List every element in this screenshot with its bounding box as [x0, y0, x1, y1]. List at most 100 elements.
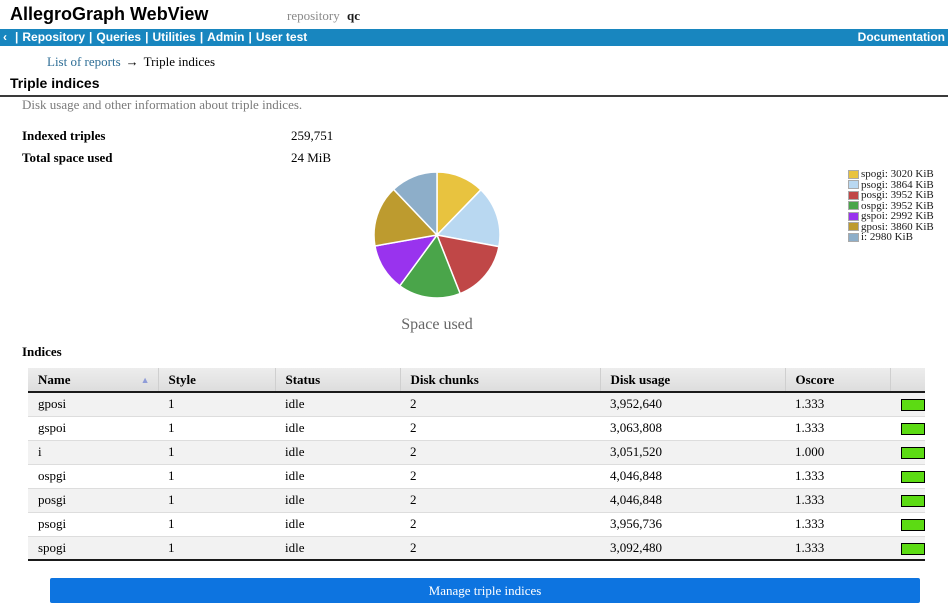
table-row-gposi: gposi1idle23,952,6401.333: [28, 392, 925, 416]
cell-status: idle: [275, 416, 400, 440]
stat-value: 259,751: [291, 128, 333, 144]
health-status-bar: [901, 447, 925, 459]
table-row-ospgi: ospgi1idle24,046,8481.333: [28, 464, 925, 488]
column-header-disk-usage[interactable]: Disk usage: [600, 368, 785, 392]
legend-swatch: [848, 191, 859, 200]
table-row-gspoi: gspoi1idle23,063,8081.333: [28, 416, 925, 440]
cell-style: 1: [158, 416, 275, 440]
indices-table: Name▲Style Status Disk chunks Disk usage Osc…: [28, 368, 925, 561]
nav-item-user-test[interactable]: User test: [256, 30, 307, 44]
legend-swatch: [848, 212, 859, 221]
column-header-status[interactable]: Status: [275, 368, 400, 392]
cell-disk-usage: 4,046,848: [600, 488, 785, 512]
legend-item-posgi: posgi: 3952 KiB: [848, 190, 934, 201]
pie-svg: [372, 170, 502, 300]
health-status-bar: [901, 519, 925, 531]
column-header-label: Status: [286, 372, 321, 387]
cell-health: [890, 440, 925, 464]
cell-disk-chunks: 2: [400, 392, 600, 416]
nav-item-utilities[interactable]: Utilities: [152, 30, 195, 44]
cell-health: [890, 392, 925, 416]
stats-block: Indexed triples259,751Total space used 24…: [22, 128, 522, 172]
column-header-oscore[interactable]: Oscore: [785, 368, 890, 392]
legend-item-i: i: 2980 KiB: [848, 232, 934, 243]
cell-disk-usage: 3,051,520: [600, 440, 785, 464]
cell-oscore: 1.333: [785, 416, 890, 440]
cell-disk-usage: 4,046,848: [600, 464, 785, 488]
legend-label: posgi: 3952 KiB: [861, 190, 934, 200]
breadcrumb: List of reports → Triple indices: [47, 54, 215, 70]
breadcrumb-arrow-icon: →: [126, 54, 139, 69]
legend-swatch: [848, 201, 859, 210]
legend-label: spogi: 3020 KiB: [861, 169, 934, 179]
nav-back-icon[interactable]: ‹: [3, 30, 7, 44]
column-header-style[interactable]: Style: [158, 368, 275, 392]
sort-asc-icon: ▲: [141, 375, 150, 385]
column-header-health: [890, 368, 925, 392]
nav-separator: |: [89, 30, 92, 44]
manage-triple-indices-button[interactable]: Manage triple indices: [50, 578, 920, 603]
cell-status: idle: [275, 440, 400, 464]
cell-style: 1: [158, 512, 275, 536]
stat-label: Total space used: [22, 150, 113, 166]
column-header-label: Oscore: [796, 372, 835, 387]
repository-name: qc: [347, 8, 360, 23]
cell-disk-usage: 3,952,640: [600, 392, 785, 416]
column-header-disk-chunks[interactable]: Disk chunks: [400, 368, 600, 392]
breadcrumb-current: Triple indices: [144, 54, 215, 69]
cell-disk-usage: 3,092,480: [600, 536, 785, 560]
nav-item-repository[interactable]: Repository: [22, 30, 85, 44]
cell-name: gspoi: [28, 416, 158, 440]
page-subtitle: Disk usage and other information about t…: [22, 97, 302, 113]
cell-oscore: 1.333: [785, 392, 890, 416]
cell-status: idle: [275, 536, 400, 560]
health-status-bar: [901, 423, 925, 435]
cell-status: idle: [275, 464, 400, 488]
cell-disk-chunks: 2: [400, 416, 600, 440]
table-row-posgi: posgi1idle24,046,8481.333: [28, 488, 925, 512]
stat-row-indexed-triples: Indexed triples259,751: [22, 128, 522, 150]
column-header-label: Disk usage: [611, 372, 671, 387]
legend-label: ospgi: 3952 KiB: [861, 201, 934, 211]
nav-left: ‹|Repository|Queries|Utilities|Admin|Use…: [3, 29, 307, 46]
health-status-bar: [901, 471, 925, 483]
legend-swatch: [848, 233, 859, 242]
legend-item-gspoi: gspoi: 2992 KiB: [848, 211, 934, 222]
health-status-bar: [901, 543, 925, 555]
repository-indicator: repository qc: [287, 8, 360, 24]
indices-section-label: Indices: [22, 344, 62, 360]
cell-health: [890, 464, 925, 488]
cell-disk-chunks: 2: [400, 440, 600, 464]
legend-item-spogi: spogi: 3020 KiB: [848, 169, 934, 180]
breadcrumb-link-list-of-reports[interactable]: List of reports: [47, 54, 121, 69]
cell-oscore: 1.333: [785, 512, 890, 536]
stat-value: 24 MiB: [291, 150, 331, 166]
cell-style: 1: [158, 536, 275, 560]
cell-name: gposi: [28, 392, 158, 416]
cell-health: [890, 488, 925, 512]
cell-oscore: 1.333: [785, 464, 890, 488]
repository-label: repository: [287, 8, 340, 23]
table-row-psogi: psogi1idle23,956,7361.333: [28, 512, 925, 536]
cell-health: [890, 536, 925, 560]
cell-health: [890, 512, 925, 536]
column-header-name[interactable]: Name▲: [28, 368, 158, 392]
health-status-bar: [901, 495, 925, 507]
nav-item-queries[interactable]: Queries: [96, 30, 141, 44]
nav-separator: |: [249, 30, 252, 44]
legend-label: gposi: 3860 KiB: [861, 222, 934, 232]
space-used-pie-chart: [372, 170, 502, 300]
cell-disk-usage: 3,956,736: [600, 512, 785, 536]
cell-status: idle: [275, 512, 400, 536]
nav-separator: |: [200, 30, 203, 44]
column-header-label: Disk chunks: [411, 372, 479, 387]
cell-disk-chunks: 2: [400, 512, 600, 536]
legend-swatch: [848, 170, 859, 179]
legend-label: gspoi: 2992 KiB: [861, 211, 934, 221]
cell-disk-chunks: 2: [400, 536, 600, 560]
cell-disk-usage: 3,063,808: [600, 416, 785, 440]
nav-item-documentation[interactable]: Documentation: [858, 30, 945, 44]
app-title: AllegroGraph WebView: [10, 4, 208, 25]
health-status-bar: [901, 399, 925, 411]
nav-item-admin[interactable]: Admin: [207, 30, 244, 44]
